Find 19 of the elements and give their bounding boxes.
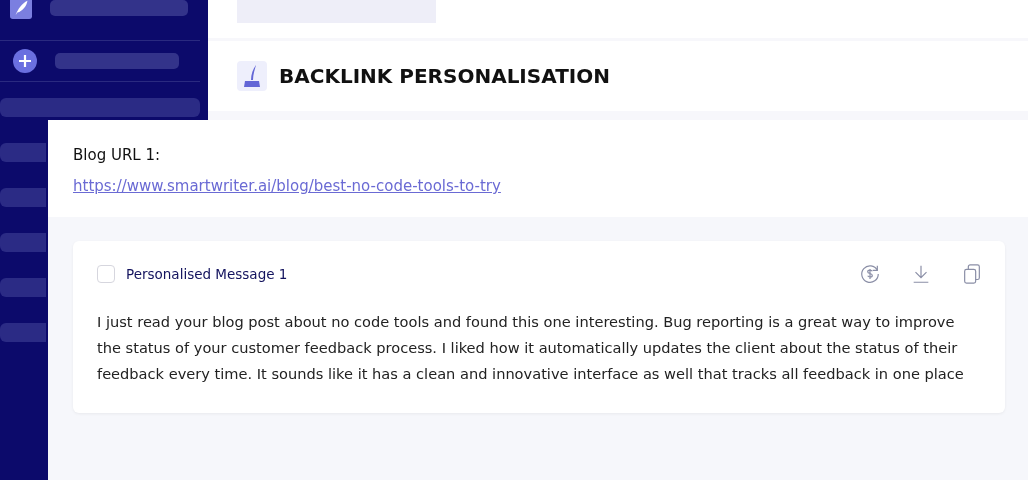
- message-title: Personalised Message 1: [126, 266, 288, 282]
- menu-placeholder[interactable]: [0, 98, 200, 117]
- copy-icon[interactable]: [961, 263, 983, 285]
- menu-placeholder[interactable]: [0, 143, 46, 162]
- menu-placeholder[interactable]: [0, 323, 46, 342]
- menu-placeholder[interactable]: [0, 188, 46, 207]
- menu-placeholder[interactable]: [0, 278, 46, 297]
- blog-link[interactable]: https://www.smartwriter.ai/blog/best-no-code-tools-to-try: [73, 177, 501, 195]
- menu-placeholder[interactable]: [0, 233, 46, 252]
- feather-icon: [10, 0, 33, 20]
- checkbox[interactable]: [97, 265, 115, 283]
- plus-icon[interactable]: [13, 49, 37, 73]
- blog-url-label: Blog URL 1:: [73, 146, 161, 164]
- dollar-refresh-icon[interactable]: [859, 263, 881, 285]
- page-title: BACKLINK PERSONALISATION: [279, 64, 610, 88]
- inkwell-icon: [237, 61, 267, 91]
- menu-placeholder[interactable]: [50, 0, 188, 16]
- menu-placeholder[interactable]: [55, 53, 179, 69]
- message-text: I just read your blog post about no code tools and found this one interesting. Bug reporting is a great way to improve the status of your customer feedback process. I liked how it automatically updates the client about the status of their feedback every time. It sounds like it has a clean and innovative interface as well that tracks all feedback in one place: [97, 312, 965, 384]
